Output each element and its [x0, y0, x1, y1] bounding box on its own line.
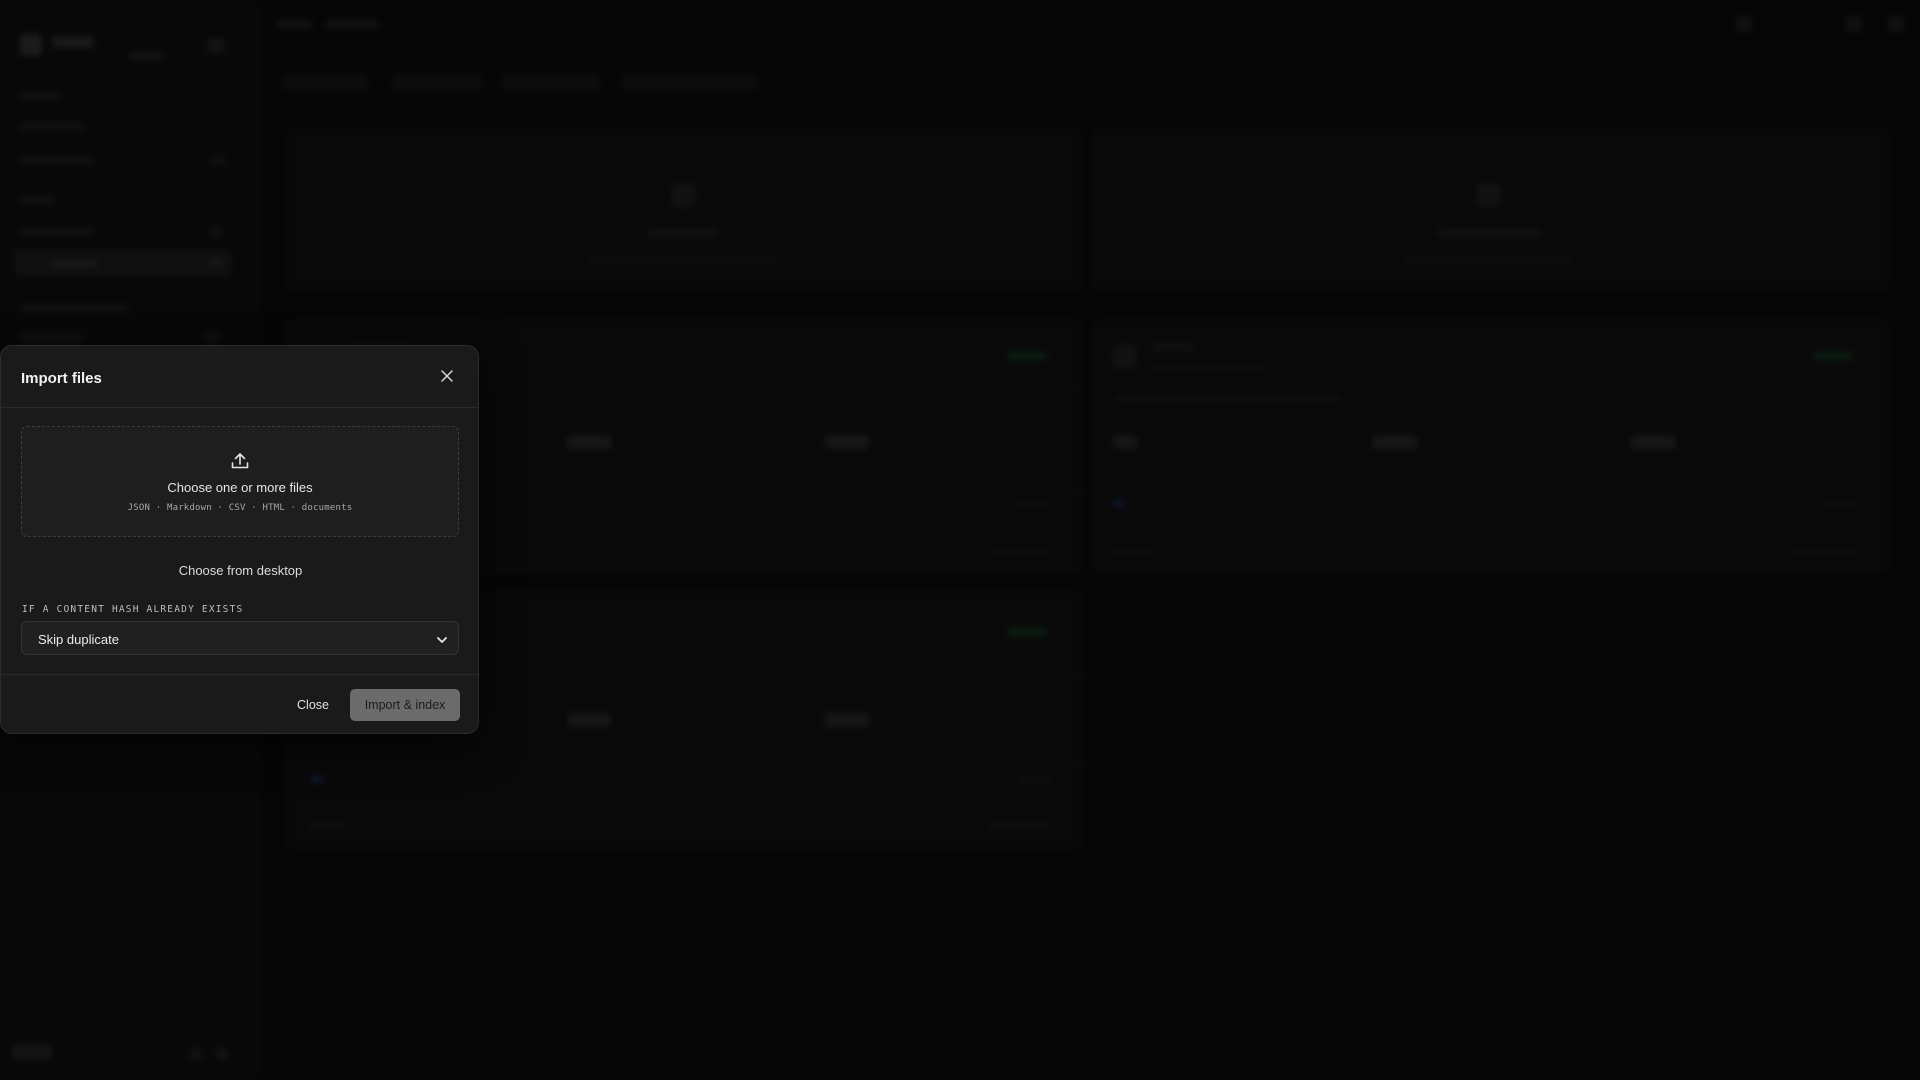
duplicate-policy-value: Skip duplicate [38, 632, 119, 647]
dropzone-formats: JSON · Markdown · CSV · HTML · documents [127, 503, 353, 513]
import-and-index-button[interactable]: Import & index [350, 689, 460, 721]
choose-from-desktop-link[interactable]: Choose from desktop [1, 563, 480, 578]
duplicate-policy-label: If a content hash already exists [22, 604, 244, 615]
chevron-down-icon [436, 633, 448, 645]
close-button[interactable]: Close [283, 689, 343, 721]
import-files-dialog: Import files Choose one or more files JS… [0, 345, 479, 734]
upload-icon [229, 450, 251, 472]
dialog-title: Import files [21, 370, 102, 387]
file-dropzone[interactable]: Choose one or more files JSON · Markdown… [21, 426, 459, 537]
duplicate-policy-select[interactable]: Skip duplicate [21, 621, 459, 655]
dropzone-title: Choose one or more files [167, 480, 313, 495]
footer-divider [1, 674, 478, 675]
app-root: Import files Choose one or more files JS… [0, 0, 1920, 1080]
dialog-header: Import files [1, 346, 478, 408]
close-icon [441, 369, 453, 387]
close-dialog-button[interactable] [436, 367, 458, 389]
